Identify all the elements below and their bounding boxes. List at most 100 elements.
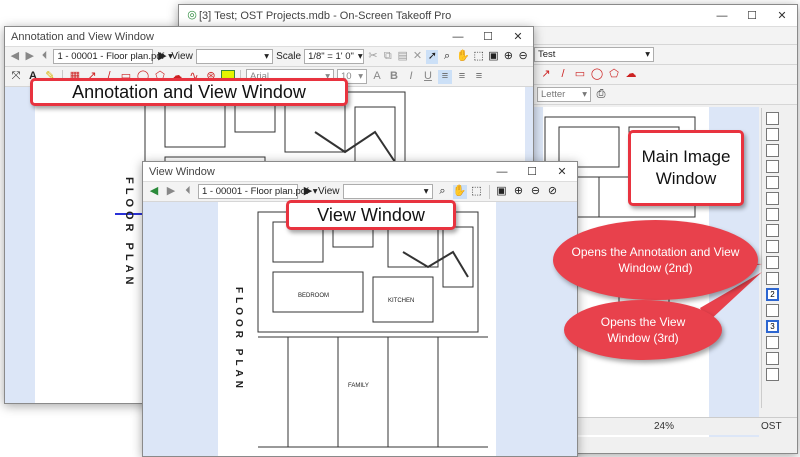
panel-icon-8[interactable] (766, 224, 779, 237)
align-right-icon[interactable]: ≡ (472, 70, 486, 84)
open-annotation-window-icon[interactable]: 2 (766, 288, 779, 301)
minimize-button[interactable]: — (487, 162, 517, 183)
view-title: View Window (149, 165, 215, 178)
bold-icon[interactable]: B (387, 70, 401, 84)
panel-icon-5[interactable] (766, 176, 779, 189)
view-canvas[interactable]: BEDROOM KITCHEN FAMILY FLOOR PLAN (143, 202, 577, 456)
chevron-down-icon: ▾ (357, 51, 363, 62)
panel-icon-1[interactable] (766, 112, 779, 125)
svg-text:BEDROOM: BEDROOM (298, 293, 329, 299)
zoom-window-icon[interactable]: ⬚ (473, 50, 485, 64)
polygon-tool-icon[interactable]: ⬠ (607, 68, 621, 82)
view-window-bubble: Opens the View Window (3rd) (564, 300, 722, 360)
zoom-out-icon[interactable]: ⊖ (517, 50, 529, 64)
close-button[interactable]: ✕ (503, 27, 533, 48)
pointer-icon[interactable]: ➚ (426, 49, 439, 64)
panel-icon-3[interactable] (766, 144, 779, 157)
annotation-window-callout: Annotation and View Window (30, 78, 348, 106)
cloud-tool-icon[interactable]: ☁ (624, 68, 638, 82)
svg-text:FAMILY: FAMILY (348, 383, 369, 389)
view-window-callout: View Window (286, 200, 456, 230)
back-icon[interactable]: ◀ (9, 50, 21, 64)
close-button[interactable]: ✕ (547, 162, 577, 183)
maximize-button[interactable]: ☐ (517, 162, 547, 183)
cut-icon[interactable]: ✂ (367, 50, 379, 64)
fit-page-icon[interactable]: ▣ (495, 185, 509, 199)
zoom-in-icon[interactable]: ⊕ (512, 185, 526, 199)
pan-icon[interactable]: ✋ (456, 50, 470, 64)
arrow-tool-icon[interactable]: ↗ (539, 68, 553, 82)
line-tool-icon[interactable]: / (556, 68, 570, 82)
annotation-page-select[interactable]: 1 - 00001 - Floor plan.pdf ▾ (53, 49, 173, 64)
svg-text:KITCHEN: KITCHEN (388, 298, 414, 304)
main-select[interactable]: Test ▾ (534, 47, 654, 62)
view-floor-plan: BEDROOM KITCHEN FAMILY (257, 211, 488, 448)
delete-icon[interactable]: ✕ (412, 50, 424, 64)
view-titlebar: View Window — ☐ ✕ (143, 162, 577, 182)
open-view-window-icon[interactable]: 3 (766, 320, 779, 333)
panel-icon-9[interactable] (766, 240, 779, 253)
page-size-select[interactable]: Letter ▾ (537, 87, 591, 102)
right-tool-panel: 2 3 (761, 108, 783, 408)
underline-icon[interactable]: U (421, 70, 435, 84)
panel-icon-4[interactable] (766, 160, 779, 173)
panel-icon-17[interactable] (766, 368, 779, 381)
maximize-button[interactable]: ☐ (737, 5, 767, 27)
panel-icon-7[interactable] (766, 208, 779, 221)
panel-icon-6[interactable] (766, 192, 779, 205)
annotation-window-bubble: Opens the Annotation and View Window (2n… (553, 220, 758, 300)
forward-icon[interactable]: ▶ (164, 185, 178, 199)
next-page-icon[interactable]: ▶ (301, 185, 315, 199)
panel-icon-15[interactable] (766, 336, 779, 349)
minimize-button[interactable]: — (707, 5, 737, 27)
annotation-title: Annotation and View Window (11, 30, 154, 43)
zoom-out-icon[interactable]: ⊖ (529, 185, 543, 199)
chevron-down-icon: ▾ (264, 51, 270, 62)
maximize-button[interactable]: ☐ (473, 27, 503, 48)
view-page-select[interactable]: 1 - 00001 - Floor plan.pdf ▾ (198, 184, 317, 199)
scale-select[interactable]: 1/8" = 1' 0" ▾ (304, 49, 365, 64)
view-select[interactable]: ▾ (195, 49, 274, 64)
font-color-icon[interactable]: A (370, 70, 384, 84)
italic-icon[interactable]: I (404, 70, 418, 84)
zoom-window-icon[interactable]: ⬚ (470, 185, 484, 199)
view-label: View (171, 51, 193, 62)
select-tool-icon[interactable]: ⤧ (9, 70, 23, 84)
prev-page-icon[interactable]: ⏴ (181, 185, 195, 199)
fit-page-icon[interactable]: ▣ (488, 50, 500, 64)
rect-tool-icon[interactable]: ▭ (573, 68, 587, 82)
copy-icon[interactable]: ⧉ (382, 50, 394, 64)
close-button[interactable]: ✕ (767, 5, 797, 27)
print-icon[interactable]: ⎙ (594, 88, 608, 102)
panel-icon-16[interactable] (766, 352, 779, 365)
main-titlebar: ◎ [3] Test; OST Projects.mdb - On-Screen… (179, 5, 797, 27)
chevron-down-icon: ▾ (582, 89, 587, 100)
ellipse-tool-icon[interactable]: ◯ (590, 68, 604, 82)
panel-icon-10[interactable] (766, 256, 779, 269)
view-select[interactable]: ▾ (342, 184, 433, 199)
annotation-plan-label: FLOOR PLAN (123, 177, 135, 289)
align-center-icon[interactable]: ≡ (455, 70, 469, 84)
zoom-status: 24% (654, 421, 675, 432)
zoom-icon[interactable]: ⌕ (436, 185, 450, 199)
zoom-width-icon[interactable]: ⊘ (546, 185, 560, 199)
toolbar-divider (488, 184, 490, 199)
minimize-button[interactable]: — (443, 27, 473, 48)
view-label: View (318, 186, 340, 197)
main-title: [3] Test; OST Projects.mdb - On-Screen T… (199, 9, 452, 22)
next-page-icon[interactable]: ▶ (156, 50, 168, 64)
zoom-icon[interactable]: ⌕ (441, 50, 453, 64)
prev-page-icon[interactable]: ⏴ (39, 50, 51, 64)
forward-icon[interactable]: ▶ (24, 50, 36, 64)
pan-icon[interactable]: ✋ (452, 184, 467, 199)
zoom-in-icon[interactable]: ⊕ (502, 50, 514, 64)
paste-icon[interactable]: ▤ (397, 50, 409, 64)
chevron-down-icon: ▾ (358, 71, 363, 82)
align-left-icon[interactable]: ≡ (438, 69, 452, 84)
panel-icon-11[interactable] (766, 272, 779, 285)
panel-icon-13[interactable] (766, 304, 779, 317)
panel-icon-2[interactable] (766, 128, 779, 141)
mode-status: OST (761, 421, 782, 432)
back-icon[interactable]: ◀ (147, 185, 161, 199)
app-icon: ◎ (187, 9, 197, 21)
